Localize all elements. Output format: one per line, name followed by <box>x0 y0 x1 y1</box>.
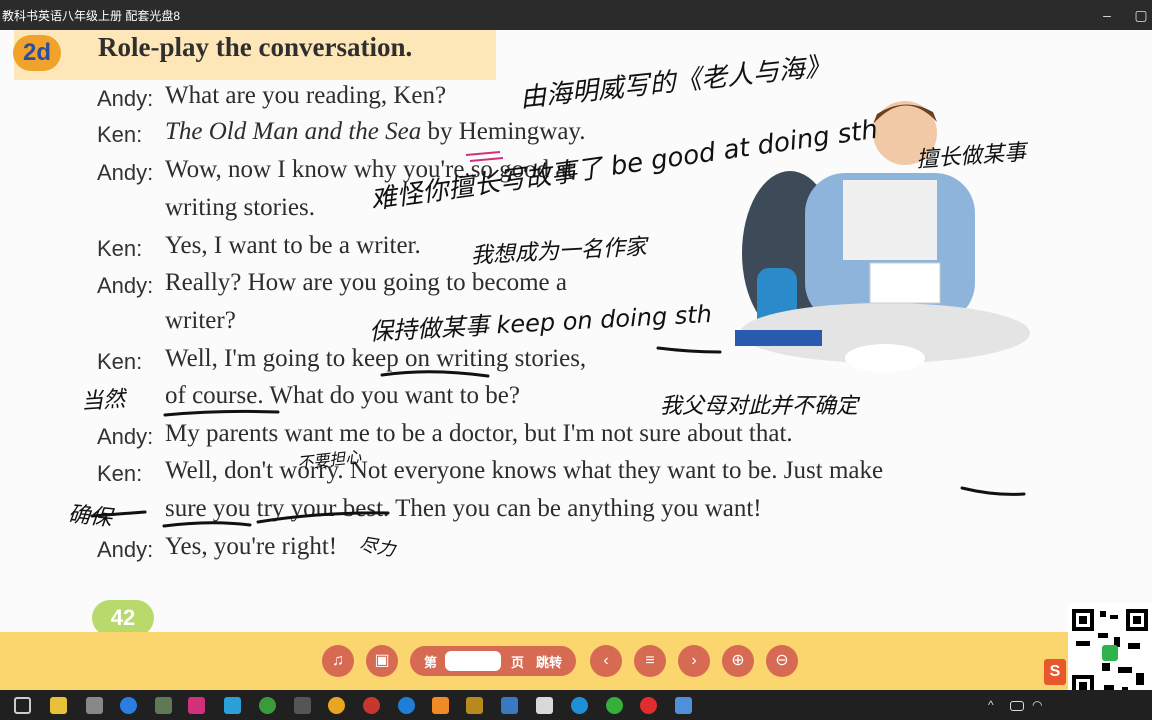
tv-icon[interactable]: ▣ <box>366 645 398 677</box>
utterance-body: by Hemingway. <box>421 118 586 145</box>
app-icon-9[interactable] <box>501 697 518 714</box>
app-icon-1[interactable] <box>86 697 103 714</box>
jump-button[interactable]: 跳转 <box>536 652 562 671</box>
utterance-body: Well, don't worry. Not everyone knows wh… <box>165 457 884 484</box>
wechat-icon[interactable] <box>606 697 623 714</box>
zoom-in-icon[interactable]: ⊕ <box>722 645 754 677</box>
page-suffix-label: 页 <box>511 655 525 670</box>
dialogue-line: Andy: Yes, you're right! <box>0 533 1100 567</box>
textbook-page: 2d Role-play the conversation. Andy: What… <box>0 30 1152 632</box>
app-icon-8[interactable] <box>466 697 483 714</box>
shield-icon[interactable] <box>294 697 311 714</box>
bottom-toolbar: ♫ ▣ 第 页 跳转 ‹ ≡ › ⊕ ⊖ <box>0 632 1152 690</box>
qr-code <box>1068 603 1152 703</box>
app-icon-10[interactable] <box>536 697 553 714</box>
zoom-out-icon[interactable]: ⊖ <box>766 645 798 677</box>
speaker-label: Ken: <box>97 122 143 147</box>
page-number-badge: 42 <box>92 600 154 632</box>
speaker-label: Ken: <box>97 236 143 261</box>
task-view-icon[interactable] <box>14 697 31 714</box>
speaker-label: Ken: <box>97 461 143 486</box>
dialogue-line: sure you try your best. Then you can be … <box>0 495 1100 529</box>
utterance-text: sure you try your best. Then you can be … <box>165 495 762 523</box>
handwritten-note: 我父母对此并不确定 <box>660 394 859 419</box>
dialogue-line: Andy: My parents want me to be a doctor, … <box>0 420 1100 454</box>
utterance-text: Yes, I want to be a writer. <box>165 232 421 260</box>
chrome-icon[interactable] <box>328 697 345 714</box>
utterance-text: My parents want me to be a doctor, but I… <box>165 420 793 448</box>
app-icon-5[interactable] <box>259 697 276 714</box>
speaker-label: Ken: <box>97 349 143 374</box>
app-icon-4[interactable] <box>188 697 205 714</box>
utterance-text: What are you reading, Ken? <box>165 82 446 110</box>
app-icon-11[interactable] <box>571 697 588 714</box>
speaker-label: Andy: <box>97 86 154 111</box>
app-icon-12[interactable] <box>675 697 692 714</box>
edge-icon[interactable] <box>398 697 415 714</box>
utterance-text: Really? How are you going to become a <box>165 269 567 297</box>
opera-icon[interactable] <box>640 697 657 714</box>
speaker-label: Andy: <box>97 273 154 298</box>
utterance-body: Really? How are you going to become a <box>165 269 567 296</box>
page-prefix-label: 第 <box>424 655 438 670</box>
window-title: 教科书英语八年级上册 配套光盘8 <box>2 9 181 23</box>
speaker-label: Andy: <box>97 160 154 185</box>
page-jump-control: 第 页 跳转 <box>410 646 576 676</box>
speaker-label: Andy: <box>97 537 154 562</box>
utterance-body: writing stories. <box>165 194 315 221</box>
page-number-input[interactable] <box>445 651 501 671</box>
utterance-body: What are you reading, Ken? <box>165 82 447 109</box>
utterance-body: of course. What do you want to be? <box>165 382 520 409</box>
utterance-body: sure you try your best. Then you can be … <box>165 495 762 522</box>
utterance-text: of course. What do you want to be? <box>165 382 520 410</box>
app-icon-6[interactable] <box>363 697 380 714</box>
utterance-body: My parents want me to be a doctor, but I… <box>165 420 793 447</box>
file-explorer-icon[interactable] <box>50 697 67 714</box>
section-badge: 2d <box>13 35 61 71</box>
utterance-text: The Old Man and the Sea by Hemingway. <box>165 118 586 146</box>
section-heading: Role-play the conversation. <box>98 32 413 62</box>
sohu-logo-icon: S <box>1044 659 1066 685</box>
app-icon-7[interactable] <box>432 697 449 714</box>
utterance-body: writer? <box>165 307 236 334</box>
book-title: The Old Man and the Sea <box>165 118 422 145</box>
utterance-body: Yes, you're right! <box>165 533 338 560</box>
wifi-icon[interactable]: ◠ <box>1032 697 1049 714</box>
windows-taskbar: ^ ◠ <box>0 690 1152 720</box>
title-bar: 教科书英语八年级上册 配套光盘8 – ▢ <box>0 0 1152 30</box>
utterance-text: Yes, you're right! <box>165 533 337 561</box>
dialogue-line: Ken: Well, don't worry. Not everyone know… <box>0 457 1100 491</box>
chevron-right-icon[interactable]: › <box>678 645 710 677</box>
utterance-text: Well, don't worry. Not everyone knows wh… <box>165 457 883 485</box>
handwritten-note: 当然 <box>80 386 127 415</box>
headphones-icon[interactable]: ♫ <box>322 645 354 677</box>
speaker-label: Andy: <box>97 424 154 449</box>
minimize-button[interactable]: – <box>1096 4 1118 26</box>
utterance-body: Well, I'm going to keep on writing stori… <box>165 345 587 372</box>
menu-icon[interactable]: ≡ <box>634 645 666 677</box>
utterance-text: writing stories. <box>165 194 315 222</box>
chevron-up-icon[interactable]: ^ <box>988 697 1005 714</box>
handwritten-note: 确保 <box>66 501 114 532</box>
utterance-body: Yes, I want to be a writer. <box>165 232 421 259</box>
utterance-text: writer? <box>165 307 236 335</box>
battery-icon[interactable] <box>1010 701 1024 711</box>
telegram-icon[interactable] <box>224 697 241 714</box>
utterance-text: Well, I'm going to keep on writing stori… <box>165 345 586 373</box>
chevron-left-icon[interactable]: ‹ <box>590 645 622 677</box>
maximize-button[interactable]: ▢ <box>1130 4 1152 26</box>
app-icon-3[interactable] <box>155 697 172 714</box>
app-icon-2[interactable] <box>120 697 137 714</box>
